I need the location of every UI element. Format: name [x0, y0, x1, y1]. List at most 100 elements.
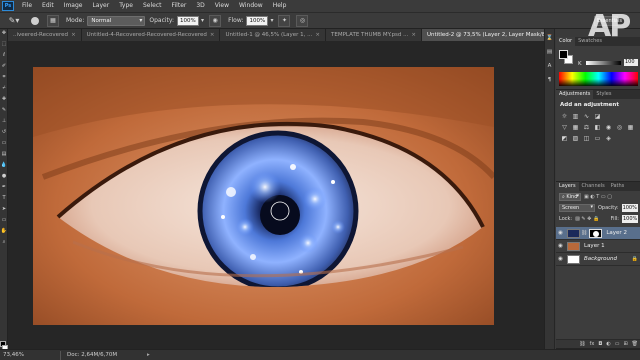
visibility-eye-icon[interactable]: ◉: [556, 243, 565, 249]
delete-layer-icon[interactable]: 🗑: [632, 341, 638, 347]
k-channel-field[interactable]: 100: [624, 59, 638, 66]
layer-row-layer-2[interactable]: ◉ ⛓ Layer 2: [556, 227, 640, 240]
brush-panel-toggle-icon[interactable]: ▦: [47, 14, 59, 27]
dodge-tool-icon[interactable]: ●: [0, 172, 8, 180]
opacity-dropdown-icon[interactable]: ▾: [201, 17, 204, 24]
flow-dropdown-icon[interactable]: ▾: [270, 17, 273, 24]
zoom-level[interactable]: 73,46%: [0, 352, 30, 358]
add-mask-icon[interactable]: ◘: [598, 341, 602, 347]
fill-field[interactable]: 100%: [622, 214, 638, 223]
menu-layer[interactable]: Layer: [87, 0, 114, 12]
menu-edit[interactable]: Edit: [37, 0, 59, 12]
threshold-icon[interactable]: ◫: [582, 134, 591, 143]
close-icon[interactable]: ×: [411, 29, 416, 41]
layer-thumbnail[interactable]: [567, 228, 580, 238]
mode-select[interactable]: Normal: [87, 15, 146, 26]
blur-tool-icon[interactable]: 💧: [0, 161, 8, 169]
history-brush-tool-icon[interactable]: ↺: [0, 128, 8, 136]
visibility-eye-icon[interactable]: ◉: [556, 230, 565, 236]
close-icon[interactable]: ×: [315, 29, 320, 41]
gradient-tool-icon[interactable]: ▤: [0, 150, 8, 158]
layer-row-background[interactable]: ◉ Background 🔒: [556, 253, 640, 266]
flow-field[interactable]: 100%: [246, 15, 269, 26]
opacity-field[interactable]: 100%: [177, 15, 200, 26]
tab-layers[interactable]: Layers: [556, 182, 579, 191]
tab-color[interactable]: Color: [556, 37, 576, 46]
zoom-tool-icon[interactable]: ⌕: [0, 238, 8, 246]
eraser-tool-icon[interactable]: ▭: [0, 139, 8, 147]
brush-tool-icon[interactable]: ✎: [0, 106, 8, 114]
gradient-map-icon[interactable]: ▭: [593, 134, 602, 143]
menu-help[interactable]: Help: [268, 0, 292, 12]
menu-type[interactable]: Type: [114, 0, 138, 12]
selective-color-icon[interactable]: ◈: [604, 134, 613, 143]
posterize-icon[interactable]: ▨: [571, 134, 580, 143]
invert-icon[interactable]: ◩: [560, 134, 569, 143]
tab-document-4[interactable]: TEMPLATE THUMB MY.psd ... ×: [326, 29, 423, 41]
blend-mode-select[interactable]: Screen: [559, 203, 595, 212]
brush-tool-preset-icon[interactable]: ✎▾: [2, 14, 26, 27]
close-icon[interactable]: ×: [210, 29, 215, 41]
character-panel-icon[interactable]: A: [545, 61, 554, 71]
photo-filter-icon[interactable]: ◉: [604, 123, 613, 132]
pen-tool-icon[interactable]: ✒: [0, 183, 8, 191]
layer-name[interactable]: Layer 1: [584, 243, 605, 249]
menu-select[interactable]: Select: [138, 0, 167, 12]
canvas-area[interactable]: [8, 41, 544, 349]
pressure-size-icon[interactable]: ◎: [296, 14, 309, 27]
vibrance-icon[interactable]: ▽: [560, 123, 569, 132]
new-layer-icon[interactable]: ⊞: [623, 341, 627, 347]
eyedropper-tool-icon[interactable]: ⌿: [0, 84, 8, 92]
new-adjustment-icon[interactable]: ◐: [606, 341, 610, 347]
paragraph-panel-icon[interactable]: ¶: [545, 75, 554, 85]
menu-image[interactable]: Image: [59, 0, 88, 12]
link-layers-icon[interactable]: ⛓: [579, 341, 585, 347]
panel-foreground-swatch[interactable]: [559, 50, 568, 59]
photoshop-logo-icon[interactable]: Ps: [2, 1, 14, 11]
color-spectrum-ramp[interactable]: [559, 72, 638, 86]
color-lookup-icon[interactable]: ▦: [626, 123, 635, 132]
new-group-icon[interactable]: ▭: [615, 341, 620, 347]
history-panel-icon[interactable]: ⌛: [545, 33, 554, 43]
layer-name[interactable]: Background: [584, 256, 617, 262]
chain-link-icon[interactable]: ⛓: [581, 230, 587, 236]
clone-stamp-tool-icon[interactable]: ⊥: [0, 117, 8, 125]
status-menu-arrow-icon[interactable]: ▸: [147, 352, 150, 358]
layer-name[interactable]: Layer 2: [606, 230, 627, 236]
layer-kind-filter[interactable]: ⌕ Kind: [559, 192, 581, 201]
tab-paths[interactable]: Paths: [608, 182, 628, 191]
channel-mixer-icon[interactable]: ◎: [615, 123, 624, 132]
layer-style-icon[interactable]: fx: [590, 341, 595, 347]
menu-3d[interactable]: 3D: [191, 0, 209, 12]
type-tool-icon[interactable]: T: [0, 194, 8, 202]
brightness-icon[interactable]: ☼: [560, 112, 569, 121]
layer-opacity-field[interactable]: 100%: [621, 203, 638, 212]
properties-panel-icon[interactable]: ▤: [545, 47, 554, 57]
menu-view[interactable]: View: [210, 0, 234, 12]
layer-mask-thumbnail[interactable]: [589, 228, 603, 238]
tab-document-3[interactable]: Untitled-1 @ 46,5% (Layer 1, ... ×: [220, 29, 327, 41]
menu-filter[interactable]: Filter: [167, 0, 192, 12]
tab-document-1[interactable]: ..iveered-Recovered ×: [8, 29, 82, 41]
visibility-eye-icon[interactable]: ◉: [556, 256, 565, 262]
layer-thumbnail[interactable]: [567, 254, 580, 264]
close-icon[interactable]: ×: [71, 29, 76, 41]
hue-saturation-icon[interactable]: ▦: [571, 123, 580, 132]
airbrush-icon[interactable]: ✦: [278, 14, 291, 27]
quick-select-tool-icon[interactable]: ✐: [0, 62, 8, 70]
layer-row-layer-1[interactable]: ◉ Layer 1: [556, 240, 640, 253]
k-channel-slider[interactable]: [586, 61, 621, 65]
pressure-opacity-icon[interactable]: ◉: [209, 14, 222, 27]
black-white-icon[interactable]: ◧: [593, 123, 602, 132]
path-selection-tool-icon[interactable]: ➤: [0, 205, 8, 213]
brush-size-picker[interactable]: [26, 14, 44, 27]
document-image[interactable]: [33, 67, 494, 325]
menu-file[interactable]: File: [17, 0, 37, 12]
crop-tool-icon[interactable]: ⌗: [0, 73, 8, 81]
filter-icons[interactable]: ▣ ◐ T ▭ ▢: [584, 194, 612, 200]
tab-styles[interactable]: Styles: [593, 90, 614, 99]
tab-document-2[interactable]: Untitled-4-Recovered-Recovered-Recovered…: [81, 29, 221, 41]
move-tool-icon[interactable]: ✥: [0, 29, 8, 37]
hand-tool-icon[interactable]: ✋: [0, 227, 8, 235]
tab-adjustments[interactable]: Adjustments: [556, 90, 594, 99]
